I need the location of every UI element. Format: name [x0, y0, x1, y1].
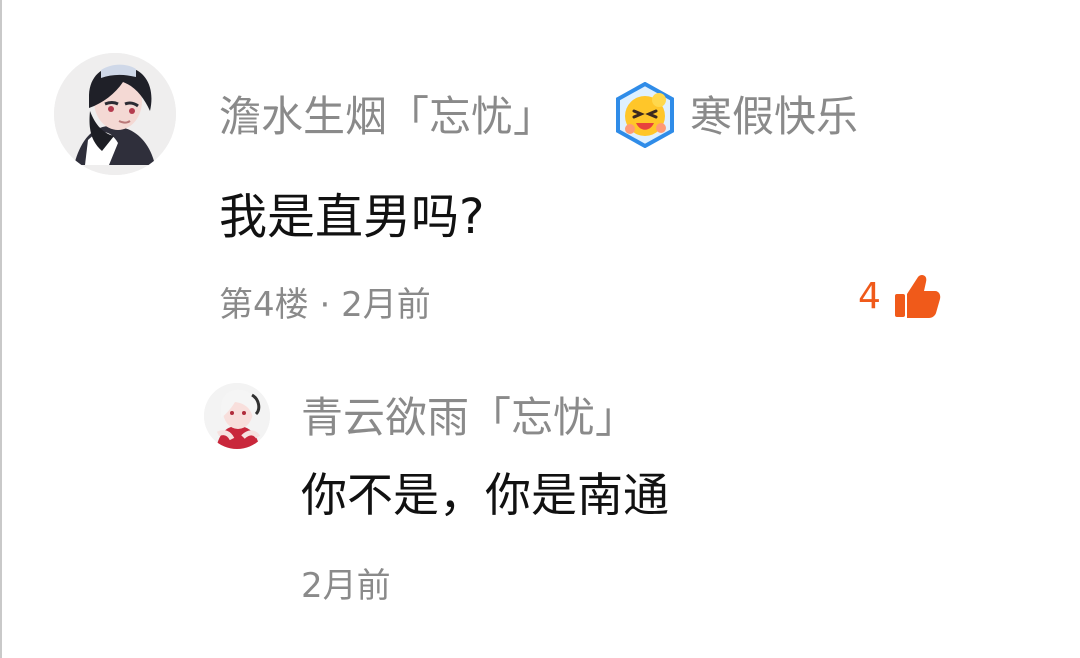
comment-card: 澹水生烟「忘忧」 寒假快乐 我是直男吗? 第4楼 · 2月前 4 — [0, 0, 1080, 658]
event-badge-label: 寒假快乐 — [690, 92, 859, 141]
commenter-avatar[interactable] — [54, 53, 176, 175]
thumbs-up-icon — [894, 274, 941, 318]
commenter-avatar-image — [54, 53, 176, 175]
commenter-username[interactable]: 澹水生烟「忘忧」 — [219, 92, 555, 142]
reply-body-text: 你不是，你是南通 — [301, 468, 669, 522]
reply-avatar-image — [204, 383, 270, 449]
like-button[interactable]: 4 — [858, 270, 941, 324]
smiley-badge-icon — [616, 81, 674, 149]
comment-meta: 第4楼 · 2月前 — [219, 283, 431, 327]
comment-body-text: 我是直男吗? — [219, 189, 485, 245]
reply-time: 2月前 — [301, 566, 391, 606]
comment-time: 2月前 — [341, 285, 431, 325]
floor-number: 第4楼 — [219, 285, 309, 325]
reply-username[interactable]: 青云欲雨「忘忧」 — [301, 393, 637, 443]
smiley-badge-icon — [614, 81, 676, 149]
reply-avatar[interactable] — [204, 383, 270, 449]
like-count: 4 — [858, 276, 881, 317]
meta-separator: · — [319, 285, 331, 325]
